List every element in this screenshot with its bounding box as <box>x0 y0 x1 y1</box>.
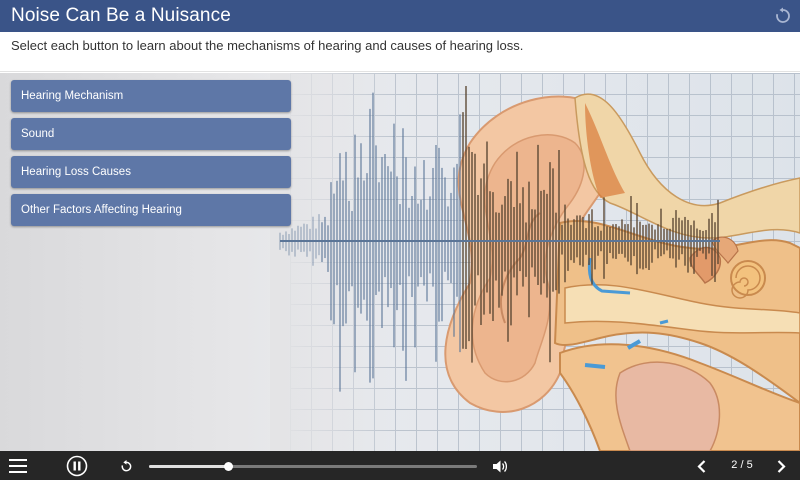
pause-button[interactable] <box>65 454 89 478</box>
reset-button[interactable] <box>772 5 794 27</box>
hearing-mechanism-button[interactable]: Hearing Mechanism <box>11 80 291 112</box>
slide-page-indicator: 2 / 5 <box>731 459 753 471</box>
sound-button[interactable]: Sound <box>11 118 291 150</box>
hearing-loss-causes-button[interactable]: Hearing Loss Causes <box>11 156 291 188</box>
pause-icon <box>66 455 88 477</box>
previous-slide-button[interactable] <box>694 458 708 474</box>
replay-button[interactable] <box>118 458 134 474</box>
topic-menu: Hearing Mechanism Sound Hearing Loss Cau… <box>11 80 291 232</box>
menu-icon <box>9 459 27 473</box>
other-factors-button[interactable]: Other Factors Affecting Hearing <box>11 194 291 226</box>
volume-icon <box>492 460 507 472</box>
title-bar: Noise Can Be a Nuisance <box>0 0 800 32</box>
menu-button[interactable] <box>8 457 28 475</box>
page-title: Noise Can Be a Nuisance <box>11 5 231 26</box>
volume-button[interactable] <box>492 458 508 474</box>
reset-icon <box>776 7 790 23</box>
prev-icon <box>696 459 705 473</box>
seek-progress <box>149 465 228 468</box>
instructions-text: Select each button to learn about the me… <box>0 32 800 72</box>
next-icon <box>777 459 786 473</box>
content-stage: Hearing Mechanism Sound Hearing Loss Cau… <box>0 73 800 451</box>
replay-icon <box>121 459 131 471</box>
next-slide-button[interactable] <box>774 458 788 474</box>
seek-bar[interactable] <box>149 462 477 471</box>
player-toolbar: 2 / 5 <box>0 451 800 480</box>
seek-handle[interactable] <box>223 462 233 471</box>
